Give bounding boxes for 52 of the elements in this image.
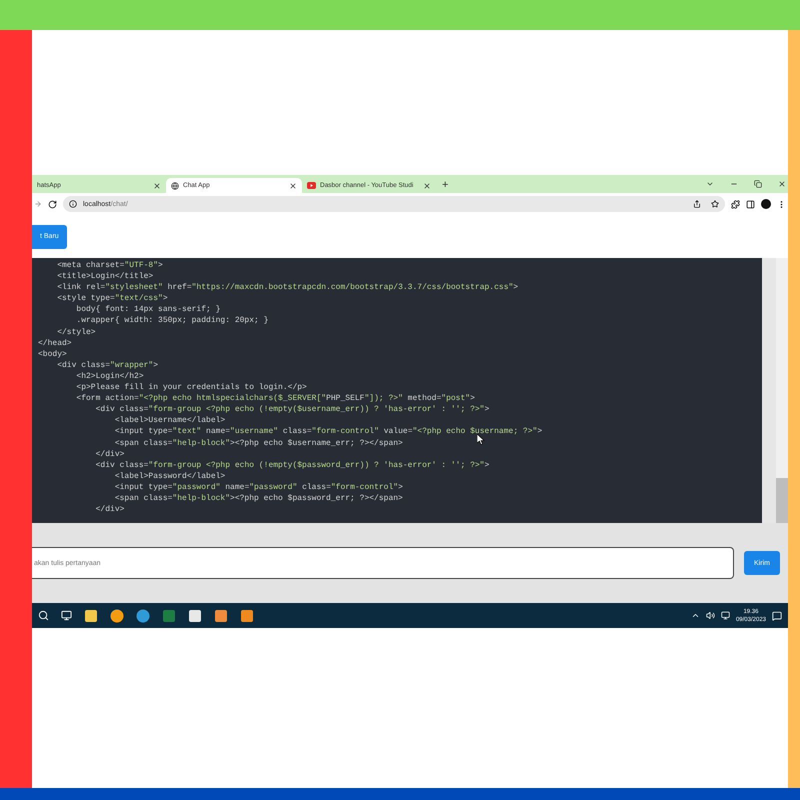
download-icon[interactable] [188,608,202,622]
code-line: <input type="text" name="username" class="form-control" value="<?php echo $username; ?>"> [114,426,542,438]
speaker-icon[interactable] [706,611,715,620]
code-line: <span class="help-block"><?php echo $password_err; ?></span> [114,492,403,504]
video-icon [307,182,316,189]
code-line: <form action="<?php echo htmlspecialchars($_SERVER["PHP_SELF"]); ?>" method="post"> [75,393,475,404]
close-icon[interactable] [153,182,161,190]
code-line: <span class="help-block"><?php echo $username_err; ?></span> [114,438,403,449]
scrollbar[interactable] [776,258,788,523]
mouse-cursor-icon [477,434,485,445]
browser-icon[interactable] [136,608,150,622]
code-line: </head> [38,338,72,349]
code-line: <label>Password</label> [114,470,226,482]
reload-icon[interactable] [48,200,57,208]
search-icon[interactable] [38,610,49,621]
spreadsheet-icon[interactable] [162,608,176,622]
close-icon[interactable] [778,180,786,188]
chevron-up-icon[interactable] [690,611,700,620]
code-line: <meta charset="UTF-8"> [56,260,163,272]
code-line: <body> [38,348,67,360]
code-line: <p>Please fill in your credentials to login.</p> [75,382,307,394]
new-tab-button[interactable]: + [436,179,454,191]
forward-icon[interactable] [34,200,42,208]
code-line: body{ font: 14px sans-serif; } [75,304,220,316]
code-line: <link rel="stylesheet" href="https://maxcdn.bootstrapcdn.com/bootstrap/3.3.7/css/bootstrap.css"> [56,282,518,294]
notification-icon[interactable] [772,610,782,620]
code-line: .wrapper{ width: 350px; padding: 20px; } [75,315,268,327]
editor-icon[interactable] [240,608,254,622]
code-line: </div> [94,504,124,516]
code-line: <title>Login</title> [56,271,154,282]
task-view-icon[interactable] [61,610,72,621]
circle-icon[interactable] [110,608,124,622]
side-panel-icon[interactable] [746,200,755,208]
code-line: <div class="form-group <?php echo (!empty($username_err)) ? 'has-error' : ''; ?>"> [94,404,490,416]
code-line: <input type="password" name="password" class="form-control"> [114,482,403,493]
code-line: </div> [94,448,124,460]
code-line: <style type="text/css"> [56,293,168,304]
code-line: <h2>Login</h2> [75,370,144,382]
code-line: <div class="form-group <?php echo (!empty($password_err)) ? 'has-error' : ''; ?>"> [94,460,490,471]
folder-icon[interactable] [84,608,98,622]
code-line: </style> [56,326,96,338]
close-icon[interactable] [423,182,431,190]
restore-icon[interactable] [754,180,762,188]
app-icon[interactable] [214,608,228,622]
close-icon[interactable] [289,182,297,190]
puzzle-icon[interactable] [731,200,740,208]
code-line: <label>Username</label> [114,415,226,426]
code-line: <div class="wrapper"> [56,360,158,371]
chevron-down-icon[interactable] [706,180,714,188]
network-icon[interactable] [720,611,730,620]
globe-icon [171,182,179,190]
profile-avatar[interactable] [761,199,771,209]
